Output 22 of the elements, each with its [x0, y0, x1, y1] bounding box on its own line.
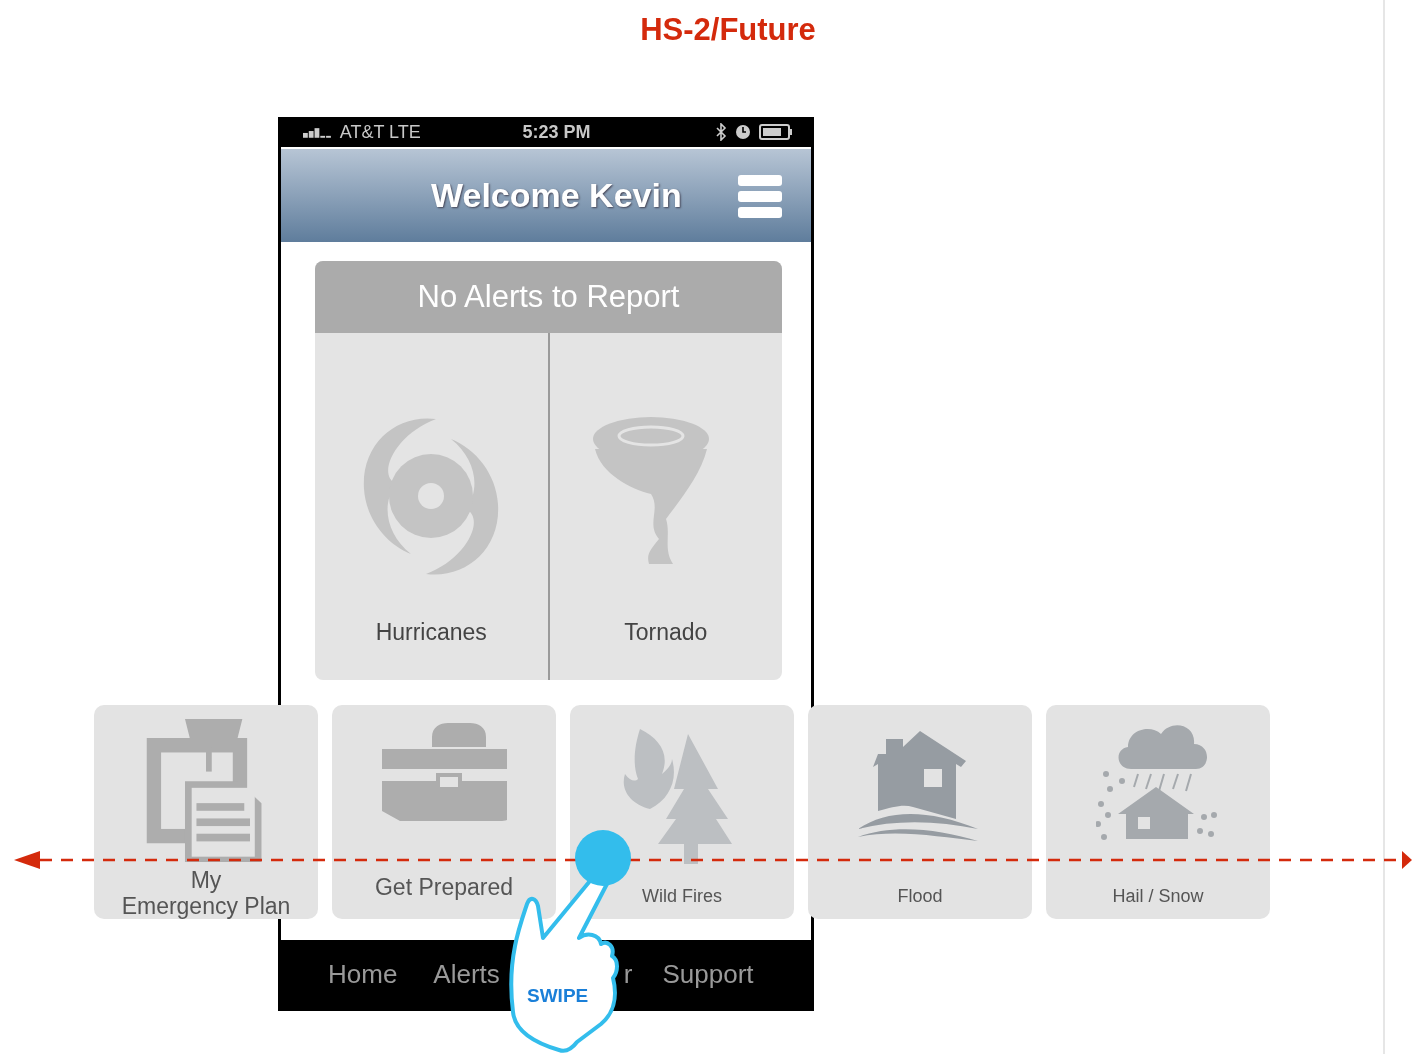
menu-icon[interactable]	[735, 172, 784, 219]
page-title: HS-2/Future	[639, 12, 817, 48]
clock-icon	[735, 124, 751, 140]
category-tile[interactable]: Flood	[808, 705, 1032, 919]
category-tile[interactable]: My Emergency Plan	[94, 705, 318, 919]
nav-tab[interactable]: Support	[662, 958, 754, 990]
nav-tab[interactable]: r	[623, 958, 633, 990]
alert-tile[interactable]: Tornado	[547, 333, 782, 680]
carrier-label: AT&T LTE	[339, 121, 422, 143]
category-tile[interactable]: Hail / Snow	[1046, 705, 1270, 919]
alerts-heading: No Alerts to Report	[315, 261, 782, 333]
nav-tab[interactable]: Home	[328, 958, 398, 990]
nav-tab[interactable]: Alerts	[433, 958, 500, 990]
alert-tile[interactable]: Hurricanes	[315, 333, 548, 680]
category-tile[interactable]: Wild Fires	[570, 705, 794, 919]
status-time: 5:23 PM	[522, 121, 592, 143]
header-title: Welcome Kevin	[431, 176, 682, 215]
signal-icon	[303, 126, 334, 138]
bluetooth-icon	[715, 123, 727, 141]
category-tile[interactable]: Get Prepared	[332, 705, 556, 919]
swipe-label: SWIPE	[527, 985, 589, 1007]
battery-icon	[759, 124, 793, 140]
